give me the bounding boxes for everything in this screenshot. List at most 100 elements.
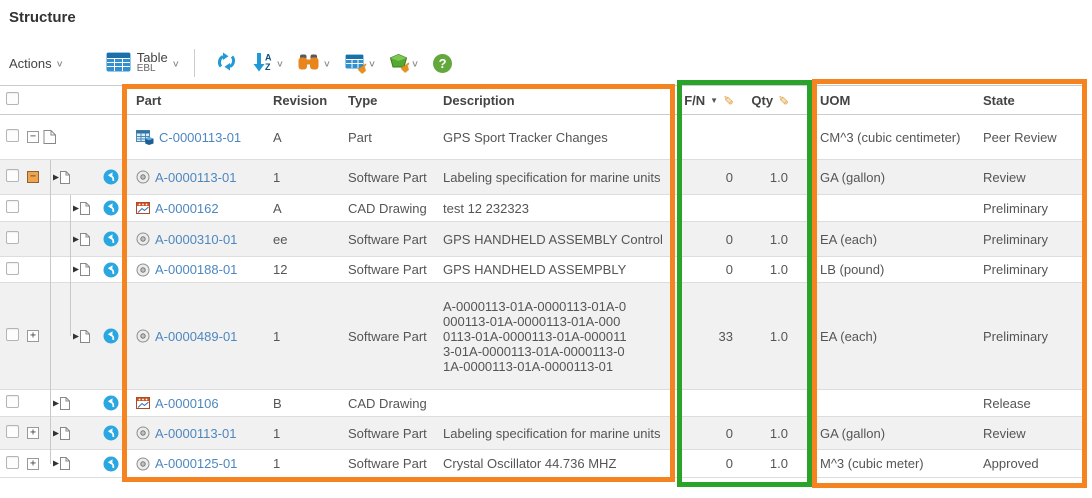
usage-link-icon <box>52 426 71 441</box>
part-number-link[interactable]: A-0000188-01 <box>155 262 237 277</box>
usage-link-icon <box>72 262 91 277</box>
open-information-icon[interactable] <box>103 425 119 441</box>
column-header-uom[interactable]: UOM <box>812 93 975 108</box>
type-cell: CAD Drawing <box>340 396 435 411</box>
state-cell: Release <box>975 396 1087 411</box>
part-number-link[interactable]: A-0000310-01 <box>155 232 237 247</box>
state-cell: Review <box>975 426 1087 441</box>
row-checkbox[interactable] <box>6 328 19 341</box>
usage-link-icon <box>52 456 71 471</box>
column-header-type[interactable]: Type <box>340 93 435 108</box>
quantity-cell: 1.0 <box>745 426 812 441</box>
column-header-revision[interactable]: Revision <box>265 93 340 108</box>
open-information-icon[interactable] <box>103 328 119 344</box>
type-cell: CAD Drawing <box>340 201 435 216</box>
revision-cell: A <box>265 201 340 216</box>
part-number-link[interactable]: A-0000125-01 <box>155 456 237 471</box>
column-header-qty[interactable]: Qty ✎ <box>745 92 812 108</box>
row-checkbox[interactable] <box>6 262 19 275</box>
expand-toggle[interactable]: − <box>27 131 39 143</box>
software-part-icon <box>136 329 150 343</box>
cad-drawing-icon <box>136 396 150 410</box>
quantity-cell: 1.0 <box>745 170 812 185</box>
find-number-cell: 33 <box>677 329 745 344</box>
description-cell: A-0000113-01A-0000113-01A-0000113-01A-00… <box>443 299 627 374</box>
type-cell: Software Part <box>340 232 435 247</box>
quantity-cell: 1.0 <box>745 262 812 277</box>
find-number-cell: 0 <box>677 426 745 441</box>
revision-cell: ee <box>265 232 340 247</box>
uom-cell: M^3 (cubic meter) <box>812 456 975 471</box>
select-all-checkbox[interactable] <box>6 92 19 105</box>
toolbar-separator <box>194 49 195 77</box>
usage-link-icon <box>72 329 91 344</box>
column-header-part[interactable]: Part <box>128 93 265 108</box>
open-information-icon[interactable] <box>103 231 119 247</box>
part-number-link[interactable]: A-0000113-01 <box>155 170 236 185</box>
revision-cell: 1 <box>265 329 340 344</box>
chevron-down-icon: ∨ <box>172 58 180 68</box>
open-information-icon[interactable] <box>103 395 119 411</box>
row-checkbox[interactable] <box>6 456 19 469</box>
table-row: +A-0000489-011Software PartA-0000113-01A… <box>0 283 1087 390</box>
row-checkbox[interactable] <box>6 129 19 142</box>
chevron-down-icon: ∨ <box>411 58 419 68</box>
state-cell: Preliminary <box>975 329 1087 344</box>
part-number-link[interactable]: A-0000489-01 <box>155 329 237 344</box>
open-information-icon[interactable] <box>103 200 119 216</box>
document-icon <box>43 129 57 145</box>
sort-descending-icon[interactable]: ▼ <box>710 96 718 105</box>
column-header-fn[interactable]: F/N ▼ ✎ <box>677 92 745 108</box>
find-number-cell: 0 <box>677 170 745 185</box>
row-checkbox[interactable] <box>6 231 19 244</box>
expand-toggle[interactable]: + <box>27 427 39 439</box>
actions-menu-button[interactable]: Actions ∨ <box>9 56 64 71</box>
revision-cell: 1 <box>265 426 340 441</box>
sort-az-icon: AZ <box>253 52 272 75</box>
row-checkbox[interactable] <box>6 169 19 182</box>
part-number-link[interactable]: A-0000162 <box>155 201 219 216</box>
open-information-icon[interactable] <box>103 456 119 472</box>
row-checkbox[interactable] <box>6 425 19 438</box>
column-header-state[interactable]: State <box>975 93 1087 108</box>
find-binoculars-button[interactable]: ∨ <box>298 54 331 73</box>
expand-toggle[interactable]: − <box>27 171 39 183</box>
description-cell: GPS HANDHELD ASSEMBLY Control <box>443 232 663 247</box>
expand-toggle[interactable]: + <box>27 330 39 342</box>
find-number-cell: 0 <box>677 232 745 247</box>
column-header-description[interactable]: Description <box>435 93 677 108</box>
toolbar: Actions ∨ Table EBL ∨ AZ∨∨☛∨☛∨? <box>0 44 1092 82</box>
table-row: A-0000106 BCAD Drawing Release <box>0 390 1087 417</box>
table-view-button[interactable]: Table EBL ∨ <box>106 52 180 75</box>
revision-cell: B <box>265 396 340 411</box>
sort-az-button[interactable]: AZ∨ <box>253 52 284 75</box>
chevron-down-icon: ∨ <box>368 58 376 68</box>
help-button[interactable]: ? <box>433 54 452 73</box>
part-number-link[interactable]: C-0000113-01 <box>159 130 241 145</box>
table-edit-button[interactable]: ☛∨ <box>345 54 376 73</box>
software-part-icon <box>136 426 150 440</box>
uom-cell: EA (each) <box>812 232 975 247</box>
part-number-link[interactable]: A-0000113-01 <box>155 426 236 441</box>
table-header-row: Part Revision Type Description F/N ▼ ✎ Q… <box>0 85 1087 115</box>
object-pick-button[interactable]: ☛∨ <box>390 54 419 72</box>
state-cell: Approved <box>975 456 1087 471</box>
state-cell: Preliminary <box>975 262 1087 277</box>
part-number-link[interactable]: A-0000106 <box>155 396 219 411</box>
software-part-icon <box>136 263 150 277</box>
revision-cell: 12 <box>265 262 340 277</box>
row-checkbox[interactable] <box>6 395 19 408</box>
software-part-icon <box>136 232 150 246</box>
expand-toggle[interactable]: + <box>27 458 39 470</box>
refresh-icon <box>214 52 239 74</box>
open-information-icon[interactable] <box>103 169 119 185</box>
edit-column-icon[interactable]: ✎ <box>775 95 791 106</box>
open-information-icon[interactable] <box>103 262 119 278</box>
row-checkbox[interactable] <box>6 200 19 213</box>
refresh-button[interactable] <box>214 52 239 74</box>
edit-column-icon[interactable]: ✎ <box>720 95 736 106</box>
software-part-icon <box>136 170 150 184</box>
type-cell: Part <box>340 130 435 145</box>
svg-text:A: A <box>265 52 272 62</box>
description-cell: Crystal Oscillator 44.736 MHZ <box>443 456 616 471</box>
